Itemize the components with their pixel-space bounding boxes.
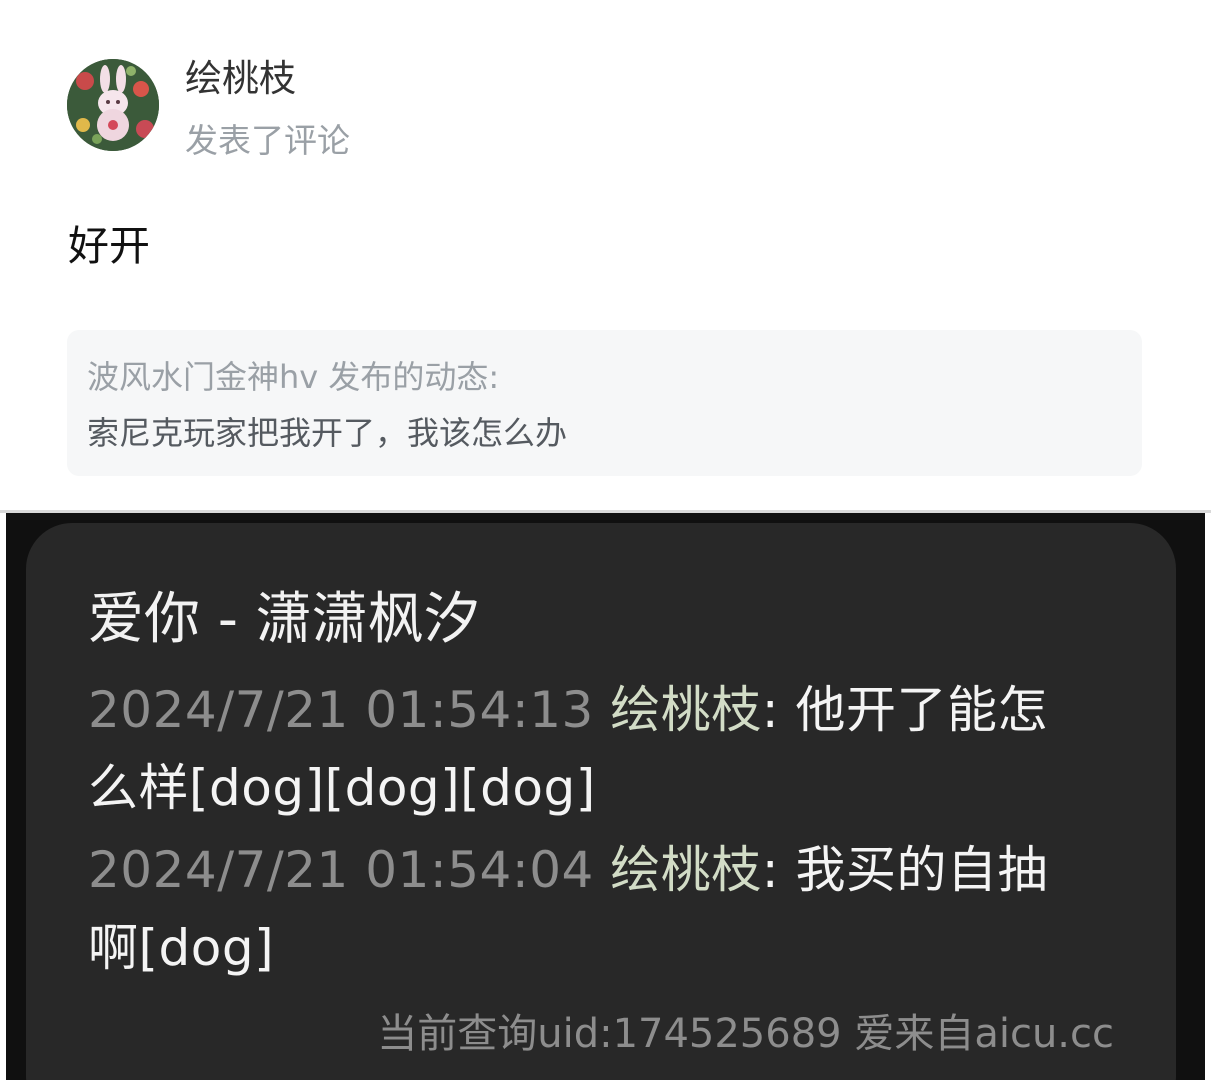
- history-record: 2024/7/21 01:54:04 绘桃枝: 我买的自抽啊[dog]: [88, 831, 1088, 987]
- record-timestamp: 2024/7/21 01:54:04: [88, 841, 594, 899]
- record-separator: :: [761, 841, 796, 899]
- record-timestamp: 2024/7/21 01:54:13: [88, 681, 594, 739]
- record-nickname: 绘桃枝: [610, 681, 762, 739]
- comment-card: 绘桃枝 发表了评论 好开 波风水门金神hv 发布的动态: 索尼克玩家把我开了，我…: [0, 0, 1211, 510]
- comment-action-label: 发表了评论: [185, 121, 350, 160]
- comment-username[interactable]: 绘桃枝: [185, 56, 296, 102]
- quoted-post[interactable]: 波风水门金神hv 发布的动态: 索尼克玩家把我开了，我该怎么办: [67, 330, 1142, 476]
- bunny-avatar-icon[interactable]: [67, 59, 159, 151]
- record-separator: :: [761, 681, 796, 739]
- danmaku-history-dialog: 爱你 - 潇潇枫汐 2024/7/21 01:54:13 绘桃枝: 他开了能怎么…: [26, 523, 1176, 1080]
- quoted-post-text: 索尼克玩家把我开了，我该怎么办: [87, 414, 568, 452]
- quoted-post-source: 波风水门金神hv 发布的动态:: [87, 358, 500, 396]
- screenshot-page: 绘桃枝 发表了评论 好开 波风水门金神hv 发布的动态: 索尼克玩家把我开了，我…: [0, 0, 1211, 1080]
- dialog-title: 爱你 - 潇潇枫汐: [88, 587, 480, 652]
- history-record: 2024/7/21 01:54:13 绘桃枝: 他开了能怎么样[dog][dog…: [88, 671, 1088, 827]
- record-nickname: 绘桃枝: [610, 841, 762, 899]
- comment-text: 好开: [68, 222, 150, 270]
- query-footer: 当前查询uid:174525689 爱来自aicu.cc: [377, 1011, 1114, 1057]
